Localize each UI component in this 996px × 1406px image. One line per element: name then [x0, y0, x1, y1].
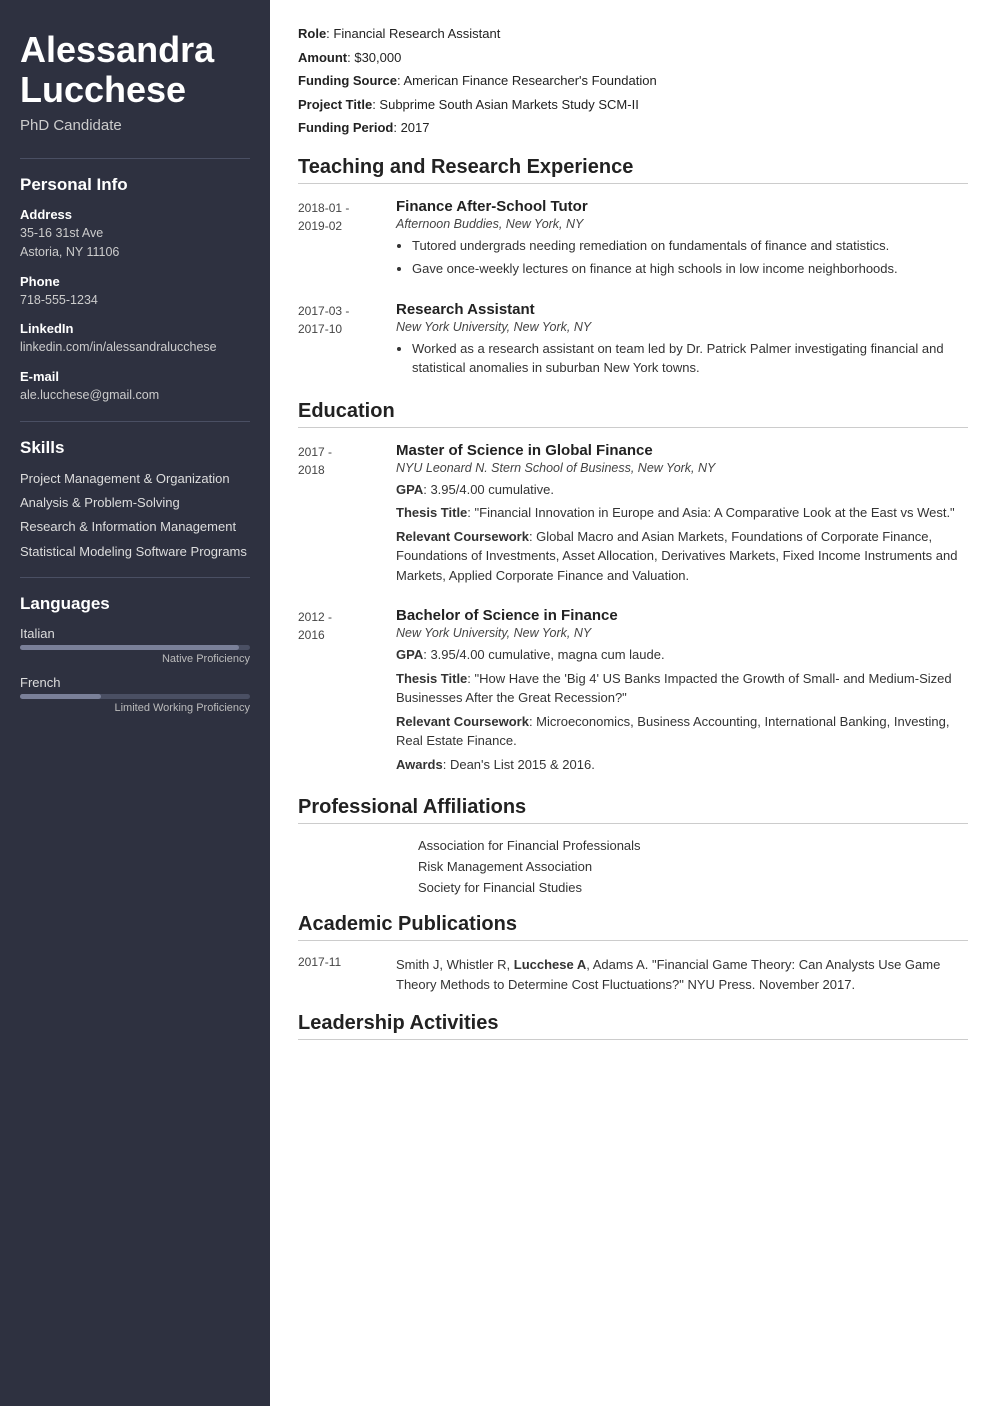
lang-level-italian: Native Proficiency [20, 653, 250, 665]
job2-title: Research Assistant [396, 301, 968, 318]
funding-period: Funding Period: 2017 [298, 118, 968, 138]
job1-org: Afternoon Buddies, New York, NY [396, 217, 968, 231]
skill-item: Research & Information Management [20, 518, 250, 536]
languages-heading: Languages [20, 594, 250, 614]
funding-role-label: Role [298, 26, 326, 41]
masters-content: Master of Science in Global Finance NYU … [396, 442, 968, 590]
affil-1: Association for Financial Professionals [418, 838, 968, 853]
job1-title: Finance After-School Tutor [396, 198, 968, 215]
education-masters: 2017 -2018 Master of Science in Global F… [298, 442, 968, 590]
address-value: 35-16 31st AveAstoria, NY 11106 [20, 224, 250, 262]
linkedin-value: linkedin.com/in/alessandralucchese [20, 338, 250, 357]
address-label: Address [20, 207, 250, 222]
publications-list: 2017-11 Smith J, Whistler R, Lucchese A,… [298, 955, 968, 994]
affiliations-list: Association for Financial Professionals … [298, 838, 968, 895]
lang-bar-bg-french [20, 694, 250, 699]
candidate-title: PhD Candidate [20, 117, 250, 134]
job2-org: New York University, New York, NY [396, 320, 968, 334]
pub-1-content: Smith J, Whistler R, Lucchese A, Adams A… [396, 955, 968, 994]
main-content: Role: Financial Research Assistant Amoun… [270, 0, 996, 1406]
bachelors-thesis: Thesis Title: "How Have the 'Big 4' US B… [396, 669, 968, 708]
bachelors-gpa: GPA: 3.95/4.00 cumulative, magna cum lau… [396, 645, 968, 665]
phone-label: Phone [20, 274, 250, 289]
education-bachelors: 2012 -2016 Bachelor of Science in Financ… [298, 607, 968, 778]
pub-row-1: 2017-11 Smith J, Whistler R, Lucchese A,… [298, 955, 968, 994]
job1-date: 2018-01 -2019-02 [298, 198, 378, 283]
funding-source-label: Funding Source [298, 73, 397, 88]
funding-project-label: Project Title [298, 97, 372, 112]
skills-list: Project Management & Organization Analys… [20, 470, 250, 561]
bachelors-degree: Bachelor of Science in Finance [396, 607, 968, 624]
pub-1-date: 2017-11 [298, 955, 378, 994]
email-value: ale.lucchese@gmail.com [20, 386, 250, 405]
masters-degree: Master of Science in Global Finance [396, 442, 968, 459]
funding-role-value: Financial Research Assistant [333, 26, 500, 41]
job2-content: Research Assistant New York University, … [396, 301, 968, 382]
job1-bullet-1: Tutored undergrads needing remediation o… [412, 236, 968, 256]
language-french: French Limited Working Proficiency [20, 675, 250, 714]
lang-bar-fill-italian [20, 645, 239, 650]
funding-source-value: American Finance Researcher's Foundation [403, 73, 656, 88]
job1-bullet-2: Gave once-weekly lectures on finance at … [412, 259, 968, 279]
job2-bullets: Worked as a research assistant on team l… [396, 339, 968, 378]
funding-amount: Amount: $30,000 [298, 48, 968, 68]
education-section-heading: Education [298, 400, 968, 428]
teaching-job-2: 2017-03 -2017-10 Research Assistant New … [298, 301, 968, 382]
job1-content: Finance After-School Tutor Afternoon Bud… [396, 198, 968, 283]
bachelors-coursework: Relevant Coursework: Microeconomics, Bus… [396, 712, 968, 751]
phone-value: 718-555-1234 [20, 291, 250, 310]
job2-bullet-1: Worked as a research assistant on team l… [412, 339, 968, 378]
affil-3: Society for Financial Studies [418, 880, 968, 895]
skill-item: Statistical Modeling Software Programs [20, 543, 250, 561]
affiliations-section-heading: Professional Affiliations [298, 796, 968, 824]
funding-project-value: Subprime South Asian Markets Study SCM-I… [379, 97, 638, 112]
sidebar: Alessandra Lucchese PhD Candidate Person… [0, 0, 270, 1406]
affiliations-items: Association for Financial Professionals … [298, 838, 968, 895]
skills-heading: Skills [20, 438, 250, 458]
linkedin-label: LinkedIn [20, 321, 250, 336]
funding-amount-value: $30,000 [354, 50, 401, 65]
masters-gpa: GPA: 3.95/4.00 cumulative. [396, 480, 968, 500]
funding-period-label: Funding Period [298, 120, 393, 135]
skill-item: Project Management & Organization [20, 470, 250, 488]
funding-source: Funding Source: American Finance Researc… [298, 71, 968, 91]
funding-block: Role: Financial Research Assistant Amoun… [298, 24, 968, 138]
skill-item: Analysis & Problem-Solving [20, 494, 250, 512]
bachelors-org: New York University, New York, NY [396, 626, 968, 640]
bachelors-content: Bachelor of Science in Finance New York … [396, 607, 968, 778]
bachelors-date: 2012 -2016 [298, 607, 378, 778]
lang-bar-fill-french [20, 694, 101, 699]
funding-amount-label: Amount [298, 50, 347, 65]
masters-date: 2017 -2018 [298, 442, 378, 590]
lang-name-french: French [20, 675, 250, 690]
lang-bar-bg-italian [20, 645, 250, 650]
job2-date: 2017-03 -2017-10 [298, 301, 378, 382]
funding-period-value: 2017 [401, 120, 430, 135]
funding-project: Project Title: Subprime South Asian Mark… [298, 95, 968, 115]
candidate-name: Alessandra Lucchese [20, 30, 250, 109]
leadership-section-heading: Leadership Activities [298, 1012, 968, 1040]
personal-info-heading: Personal Info [20, 175, 250, 195]
masters-coursework: Relevant Coursework: Global Macro and As… [396, 527, 968, 586]
publications-section-heading: Academic Publications [298, 913, 968, 941]
teaching-job-1: 2018-01 -2019-02 Finance After-School Tu… [298, 198, 968, 283]
masters-org: NYU Leonard N. Stern School of Business,… [396, 461, 968, 475]
funding-role: Role: Financial Research Assistant [298, 24, 968, 44]
job1-bullets: Tutored undergrads needing remediation o… [396, 236, 968, 279]
language-italian: Italian Native Proficiency [20, 626, 250, 665]
affil-2: Risk Management Association [418, 859, 968, 874]
email-label: E-mail [20, 369, 250, 384]
bachelors-awards: Awards: Dean's List 2015 & 2016. [396, 755, 968, 775]
lang-name-italian: Italian [20, 626, 250, 641]
masters-thesis: Thesis Title: "Financial Innovation in E… [396, 503, 968, 523]
lang-level-french: Limited Working Proficiency [20, 702, 250, 714]
teaching-section-heading: Teaching and Research Experience [298, 156, 968, 184]
